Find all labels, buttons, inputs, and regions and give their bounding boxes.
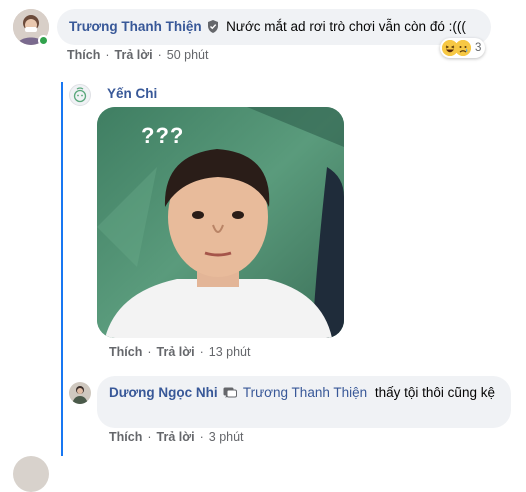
reaction-count: 3: [475, 42, 482, 54]
separator: ·: [147, 345, 152, 359]
comment-author[interactable]: Trương Thanh Thiện: [69, 19, 202, 34]
reply-actions: Thích · Trả lời · 13 phút: [109, 345, 250, 359]
avatar[interactable]: [69, 382, 91, 404]
separator: ·: [199, 345, 204, 359]
timestamp[interactable]: 50 phút: [167, 48, 209, 62]
like-button[interactable]: Thích: [109, 345, 142, 359]
comment-bubble-icon: [223, 386, 238, 404]
comment-actions: Thích · Trả lời · 50 phút: [67, 48, 208, 62]
reply-text: thấy tội thôi cũng kệ: [374, 385, 495, 400]
reply-author[interactable]: Dương Ngọc Nhi: [109, 385, 218, 400]
avatar[interactable]: [69, 84, 91, 106]
reactions-summary[interactable]: 3: [440, 38, 486, 58]
sad-emoji-icon: [455, 40, 471, 56]
separator: ·: [147, 430, 152, 444]
timestamp[interactable]: 3 phút: [209, 430, 244, 444]
reply-author[interactable]: Yến Chi: [107, 86, 157, 101]
reply-image[interactable]: ???: [97, 107, 344, 338]
image-caption: ???: [141, 123, 185, 148]
reply-button[interactable]: Trả lời: [157, 345, 195, 359]
reply-bubble: Dương Ngọc Nhi Trương Thanh Thiện thấy t…: [97, 376, 511, 428]
comment-bubble: Trương Thanh Thiện Nước mắt ad rơi trò c…: [57, 9, 491, 45]
thread-line: [61, 82, 63, 456]
like-button[interactable]: Thích: [67, 48, 100, 62]
separator: ·: [157, 48, 162, 62]
online-status-dot: [38, 35, 49, 46]
separator: ·: [199, 430, 204, 444]
shield-icon: [207, 20, 219, 38]
comment-text: Nước mắt ad rơi trò chơi vẫn còn đó :(((: [226, 19, 466, 34]
avatar[interactable]: [13, 456, 49, 492]
reply-actions: Thích · Trả lời · 3 phút: [109, 430, 244, 444]
reply-button[interactable]: Trả lời: [157, 430, 195, 444]
like-button[interactable]: Thích: [109, 430, 142, 444]
mention-link[interactable]: Trương Thanh Thiện: [243, 385, 367, 400]
separator: ·: [105, 48, 110, 62]
reply-button[interactable]: Trả lời: [115, 48, 153, 62]
timestamp[interactable]: 13 phút: [209, 345, 251, 359]
